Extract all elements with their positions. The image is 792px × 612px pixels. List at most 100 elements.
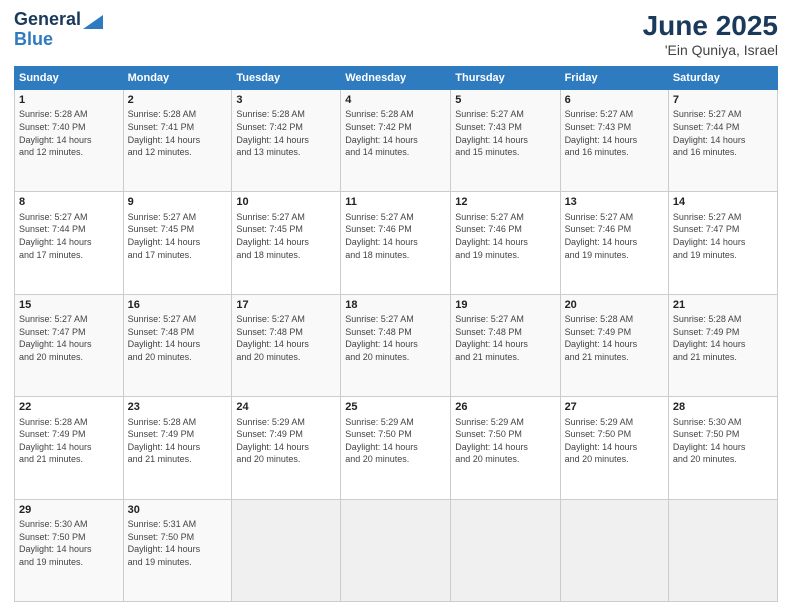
table-row [668,499,777,601]
day-number: 27 [565,400,664,415]
day-number: 30 [128,503,228,518]
day-info: Sunrise: 5:27 AM Sunset: 7:45 PM Dayligh… [128,211,228,261]
table-row [232,499,341,601]
day-info: Sunrise: 5:27 AM Sunset: 7:46 PM Dayligh… [345,211,446,261]
day-info: Sunrise: 5:28 AM Sunset: 7:40 PM Dayligh… [19,108,119,158]
day-info: Sunrise: 5:28 AM Sunset: 7:49 PM Dayligh… [19,416,119,466]
table-row: 22Sunrise: 5:28 AM Sunset: 7:49 PM Dayli… [15,397,124,499]
day-number: 12 [455,195,555,210]
table-row: 25Sunrise: 5:29 AM Sunset: 7:50 PM Dayli… [341,397,451,499]
day-info: Sunrise: 5:27 AM Sunset: 7:47 PM Dayligh… [673,211,773,261]
table-row: 5Sunrise: 5:27 AM Sunset: 7:43 PM Daylig… [451,90,560,192]
table-row: 9Sunrise: 5:27 AM Sunset: 7:45 PM Daylig… [123,192,232,294]
day-info: Sunrise: 5:27 AM Sunset: 7:48 PM Dayligh… [345,313,446,363]
day-number: 29 [19,503,119,518]
table-row: 17Sunrise: 5:27 AM Sunset: 7:48 PM Dayli… [232,294,341,396]
header-sunday: Sunday [15,67,124,90]
table-row: 1Sunrise: 5:28 AM Sunset: 7:40 PM Daylig… [15,90,124,192]
day-info: Sunrise: 5:28 AM Sunset: 7:49 PM Dayligh… [673,313,773,363]
day-number: 7 [673,93,773,108]
header: General Blue June 2025 'Ein Quniya, Isra… [14,10,778,58]
day-number: 10 [236,195,336,210]
day-info: Sunrise: 5:30 AM Sunset: 7:50 PM Dayligh… [673,416,773,466]
table-row: 11Sunrise: 5:27 AM Sunset: 7:46 PM Dayli… [341,192,451,294]
day-number: 6 [565,93,664,108]
calendar-header-row: Sunday Monday Tuesday Wednesday Thursday… [15,67,778,90]
day-number: 3 [236,93,336,108]
location-title: 'Ein Quniya, Israel [643,42,778,58]
day-info: Sunrise: 5:27 AM Sunset: 7:44 PM Dayligh… [673,108,773,158]
day-info: Sunrise: 5:28 AM Sunset: 7:49 PM Dayligh… [128,416,228,466]
logo-blue: Blue [14,30,53,50]
day-number: 5 [455,93,555,108]
calendar-week-row: 22Sunrise: 5:28 AM Sunset: 7:49 PM Dayli… [15,397,778,499]
table-row: 7Sunrise: 5:27 AM Sunset: 7:44 PM Daylig… [668,90,777,192]
day-info: Sunrise: 5:29 AM Sunset: 7:49 PM Dayligh… [236,416,336,466]
table-row: 19Sunrise: 5:27 AM Sunset: 7:48 PM Dayli… [451,294,560,396]
header-tuesday: Tuesday [232,67,341,90]
day-number: 16 [128,298,228,313]
day-info: Sunrise: 5:27 AM Sunset: 7:48 PM Dayligh… [128,313,228,363]
header-monday: Monday [123,67,232,90]
table-row: 2Sunrise: 5:28 AM Sunset: 7:41 PM Daylig… [123,90,232,192]
table-row: 6Sunrise: 5:27 AM Sunset: 7:43 PM Daylig… [560,90,668,192]
day-number: 22 [19,400,119,415]
day-number: 23 [128,400,228,415]
table-row: 8Sunrise: 5:27 AM Sunset: 7:44 PM Daylig… [15,192,124,294]
table-row: 12Sunrise: 5:27 AM Sunset: 7:46 PM Dayli… [451,192,560,294]
day-info: Sunrise: 5:27 AM Sunset: 7:43 PM Dayligh… [455,108,555,158]
table-row: 20Sunrise: 5:28 AM Sunset: 7:49 PM Dayli… [560,294,668,396]
day-number: 2 [128,93,228,108]
day-info: Sunrise: 5:29 AM Sunset: 7:50 PM Dayligh… [455,416,555,466]
day-number: 19 [455,298,555,313]
table-row: 21Sunrise: 5:28 AM Sunset: 7:49 PM Dayli… [668,294,777,396]
logo-general: General [14,10,81,30]
calendar-week-row: 8Sunrise: 5:27 AM Sunset: 7:44 PM Daylig… [15,192,778,294]
day-number: 13 [565,195,664,210]
day-info: Sunrise: 5:29 AM Sunset: 7:50 PM Dayligh… [565,416,664,466]
day-number: 18 [345,298,446,313]
calendar-week-row: 29Sunrise: 5:30 AM Sunset: 7:50 PM Dayli… [15,499,778,601]
day-number: 4 [345,93,446,108]
calendar-week-row: 1Sunrise: 5:28 AM Sunset: 7:40 PM Daylig… [15,90,778,192]
day-info: Sunrise: 5:27 AM Sunset: 7:47 PM Dayligh… [19,313,119,363]
table-row: 10Sunrise: 5:27 AM Sunset: 7:45 PM Dayli… [232,192,341,294]
table-row: 24Sunrise: 5:29 AM Sunset: 7:49 PM Dayli… [232,397,341,499]
day-info: Sunrise: 5:28 AM Sunset: 7:49 PM Dayligh… [565,313,664,363]
table-row [451,499,560,601]
table-row: 3Sunrise: 5:28 AM Sunset: 7:42 PM Daylig… [232,90,341,192]
day-number: 20 [565,298,664,313]
day-number: 28 [673,400,773,415]
day-info: Sunrise: 5:27 AM Sunset: 7:46 PM Dayligh… [565,211,664,261]
day-number: 9 [128,195,228,210]
day-number: 11 [345,195,446,210]
calendar-week-row: 15Sunrise: 5:27 AM Sunset: 7:47 PM Dayli… [15,294,778,396]
calendar-table: Sunday Monday Tuesday Wednesday Thursday… [14,66,778,602]
month-title: June 2025 [643,10,778,42]
logo-icon [81,11,103,29]
day-info: Sunrise: 5:27 AM Sunset: 7:43 PM Dayligh… [565,108,664,158]
day-info: Sunrise: 5:27 AM Sunset: 7:48 PM Dayligh… [455,313,555,363]
day-info: Sunrise: 5:27 AM Sunset: 7:45 PM Dayligh… [236,211,336,261]
page: General Blue June 2025 'Ein Quniya, Isra… [0,0,792,612]
table-row: 18Sunrise: 5:27 AM Sunset: 7:48 PM Dayli… [341,294,451,396]
table-row: 28Sunrise: 5:30 AM Sunset: 7:50 PM Dayli… [668,397,777,499]
title-section: June 2025 'Ein Quniya, Israel [643,10,778,58]
day-info: Sunrise: 5:28 AM Sunset: 7:41 PM Dayligh… [128,108,228,158]
header-saturday: Saturday [668,67,777,90]
day-number: 24 [236,400,336,415]
header-wednesday: Wednesday [341,67,451,90]
day-number: 15 [19,298,119,313]
day-info: Sunrise: 5:30 AM Sunset: 7:50 PM Dayligh… [19,518,119,568]
day-info: Sunrise: 5:29 AM Sunset: 7:50 PM Dayligh… [345,416,446,466]
day-info: Sunrise: 5:28 AM Sunset: 7:42 PM Dayligh… [236,108,336,158]
day-number: 21 [673,298,773,313]
day-number: 8 [19,195,119,210]
table-row: 30Sunrise: 5:31 AM Sunset: 7:50 PM Dayli… [123,499,232,601]
table-row: 26Sunrise: 5:29 AM Sunset: 7:50 PM Dayli… [451,397,560,499]
day-number: 25 [345,400,446,415]
table-row: 29Sunrise: 5:30 AM Sunset: 7:50 PM Dayli… [15,499,124,601]
day-number: 1 [19,93,119,108]
table-row: 23Sunrise: 5:28 AM Sunset: 7:49 PM Dayli… [123,397,232,499]
table-row [341,499,451,601]
